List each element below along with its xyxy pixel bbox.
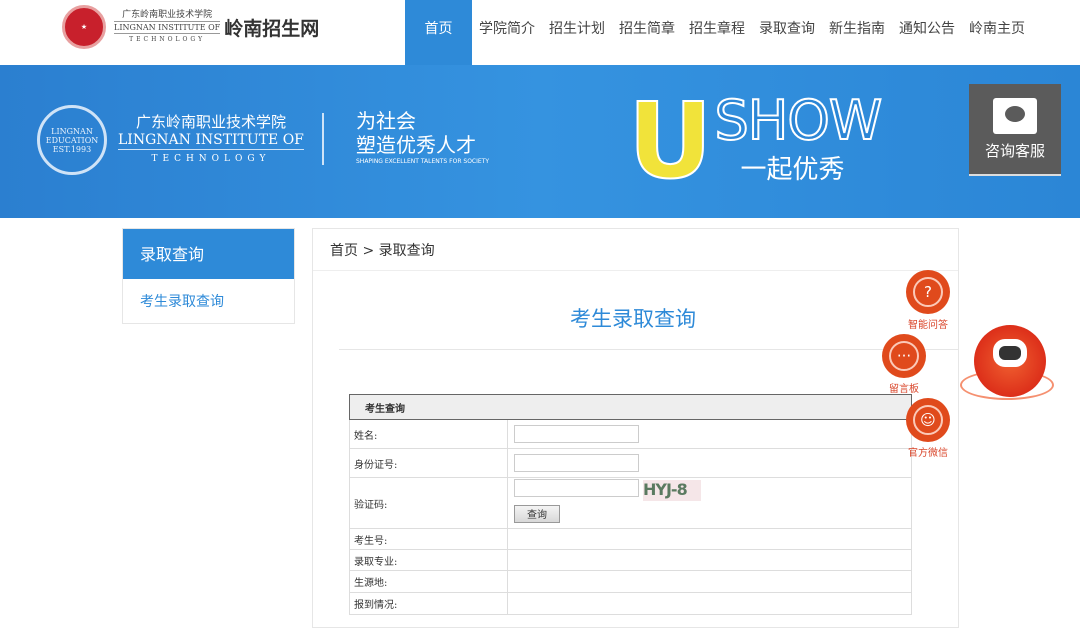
breadcrumb: 首页 > 录取查询: [313, 229, 958, 271]
ushow-logo: U SHOW 一起优秀: [627, 80, 883, 202]
origin-value: [507, 570, 912, 593]
sidebar-item-admission-query[interactable]: 考生录取查询: [123, 279, 294, 311]
registration-value: [507, 592, 912, 615]
wechat-button[interactable]: ☺ 官方微信: [906, 398, 950, 459]
robot-assistant-icon[interactable]: [960, 325, 1054, 415]
major-value: [507, 549, 912, 571]
slogan-en: SHAPING EXCELLENT TALENTS FOR SOCIETY: [356, 158, 490, 165]
site-logo[interactable]: ★ 广东岭南职业技术学院 LINGNAN INSTITUTE OF TECHNO…: [62, 5, 319, 49]
nav-home[interactable]: 首页: [405, 0, 472, 65]
form-header: 考生查询: [349, 394, 912, 420]
name-label: 姓名:: [349, 419, 508, 449]
nav-plan[interactable]: 招生计划: [542, 0, 612, 65]
nav-notice[interactable]: 通知公告: [892, 0, 962, 65]
registration-label: 报到情况:: [349, 592, 508, 615]
query-form: 考生查询 姓名: 身份证号: 验证码: HYJ-8 查询 考生号: 录取专业: 生源…: [349, 394, 912, 615]
school-seal-icon: ★: [62, 5, 106, 49]
header: ★ 广东岭南职业技术学院 LINGNAN INSTITUTE OF TECHNO…: [0, 0, 1080, 65]
wechat-icon: ☺: [906, 398, 950, 442]
origin-label: 生源地:: [349, 570, 508, 593]
customer-service-button[interactable]: 咨询客服: [969, 84, 1061, 176]
nav-brochure[interactable]: 招生简章: [612, 0, 682, 65]
nav-charter[interactable]: 招生章程: [682, 0, 752, 65]
nav-admission-query[interactable]: 录取查询: [752, 0, 822, 65]
banner-school-cn: 广东岭南职业技术学院: [135, 113, 286, 131]
main-panel: 首页 > 录取查询 考生录取查询 考生查询 姓名: 身份证号: 验证码: HYJ-…: [312, 228, 959, 628]
nav-guide[interactable]: 新生指南: [822, 0, 892, 65]
divider: [339, 349, 959, 350]
major-label: 录取专业:: [349, 549, 508, 571]
name-input[interactable]: [514, 425, 639, 443]
captcha-image[interactable]: HYJ-8: [643, 479, 701, 501]
sidebar-title: 录取查询: [123, 229, 294, 279]
slogan-2: 塑造优秀人才: [356, 133, 476, 157]
id-number-input[interactable]: [514, 454, 639, 472]
banner: LINGNAN EDUCATION EST.1993 广东岭南职业技术学院 LI…: [0, 65, 1080, 218]
sidebar: 录取查询 考生录取查询: [122, 228, 295, 324]
banner-school-tech: TECHNOLOGY: [151, 154, 271, 164]
exam-number-value: [507, 528, 912, 550]
main-nav: 首页 学院简介 招生计划 招生简章 招生章程 录取查询 新生指南 通知公告 岭南…: [405, 0, 1032, 65]
slogan-1: 为社会: [356, 109, 416, 133]
logo-cn: 广东岭南职业技术学院: [122, 9, 213, 20]
banner-school-en: LINGNAN INSTITUTE OF: [118, 132, 304, 150]
banner-seal-icon: LINGNAN EDUCATION EST.1993: [37, 105, 107, 175]
logo-tech: TECHNOLOGY: [129, 35, 206, 43]
site-name: 岭南招生网: [224, 17, 320, 40]
more-dots-icon: ···: [882, 334, 926, 378]
nav-homepage[interactable]: 岭南主页: [962, 0, 1032, 65]
chat-bubble-icon: [993, 98, 1037, 134]
smart-qa-button[interactable]: ? 智能问答: [906, 270, 950, 331]
captcha-label: 验证码:: [349, 477, 508, 529]
captcha-input[interactable]: [514, 479, 639, 498]
logo-en: LINGNAN INSTITUTE OF: [114, 20, 221, 34]
message-board-button[interactable]: ··· 留言板: [882, 334, 926, 395]
id-label: 身份证号:: [349, 448, 508, 478]
query-button[interactable]: 查询: [514, 504, 560, 523]
divider: [322, 113, 324, 165]
nav-intro[interactable]: 学院简介: [472, 0, 542, 65]
exam-number-label: 考生号:: [349, 528, 508, 550]
question-icon: ?: [906, 270, 950, 314]
page-title: 考生录取查询: [570, 307, 696, 331]
